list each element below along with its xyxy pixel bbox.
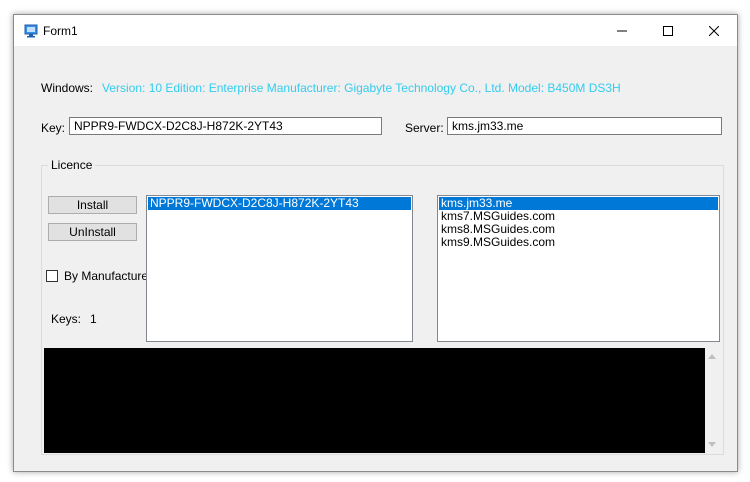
- console-scrollbar[interactable]: [705, 348, 721, 453]
- output-console[interactable]: [44, 348, 705, 453]
- scroll-down-icon[interactable]: [708, 442, 716, 447]
- server-label: Server:: [405, 121, 444, 135]
- key-listbox[interactable]: NPPR9-FWDCX-D2C8J-H872K-2YT43: [146, 195, 413, 342]
- by-manufacture-label: By Manufacture: [64, 269, 149, 283]
- main-window: Form1 Windows: Version: 10 Edition: Ente…: [13, 14, 738, 472]
- app-icon: [24, 24, 38, 38]
- maximize-button[interactable]: [645, 15, 691, 46]
- minimize-button[interactable]: [599, 15, 645, 46]
- close-icon: [709, 25, 719, 36]
- maximize-icon: [663, 25, 673, 36]
- licence-group-title: Licence: [48, 158, 96, 172]
- server-input[interactable]: [447, 117, 722, 135]
- close-button[interactable]: [691, 15, 737, 46]
- windows-label: Windows:: [41, 81, 94, 95]
- install-button[interactable]: Install: [48, 196, 137, 214]
- keys-count-value: 1: [90, 312, 97, 326]
- server-list-item[interactable]: kms9.MSGuides.com: [439, 236, 718, 249]
- windows-info-text: Version: 10 Edition: Enterprise Manufact…: [102, 81, 621, 95]
- by-manufacture-checkbox[interactable]: [46, 270, 58, 282]
- window-title: Form1: [43, 24, 78, 38]
- server-listbox[interactable]: kms.jm33.me kms7.MSGuides.com kms8.MSGui…: [437, 195, 720, 342]
- key-list-item[interactable]: NPPR9-FWDCX-D2C8J-H872K-2YT43: [148, 197, 411, 210]
- key-label: Key:: [41, 121, 66, 135]
- minimize-icon: [617, 30, 627, 31]
- keys-count-label: Keys:: [51, 312, 82, 326]
- title-bar[interactable]: Form1: [14, 15, 737, 46]
- scroll-up-icon[interactable]: [708, 354, 716, 359]
- uninstall-button[interactable]: UnInstall: [48, 223, 137, 241]
- key-input[interactable]: [69, 117, 382, 135]
